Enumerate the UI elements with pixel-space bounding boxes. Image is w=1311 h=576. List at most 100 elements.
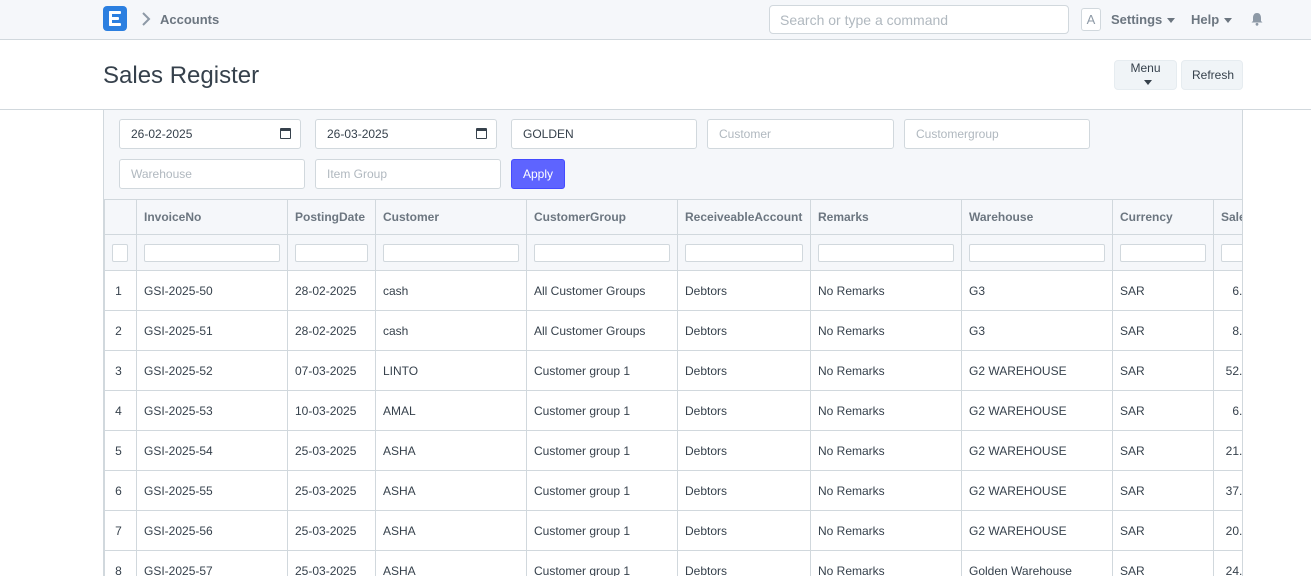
row-number[interactable]: 3 (104, 350, 137, 391)
column-header[interactable]: Sale (1213, 199, 1242, 235)
warehouse-cell[interactable]: G3 (961, 310, 1113, 351)
remarks-cell[interactable]: No Remarks (810, 430, 962, 471)
warehouse-filter-field[interactable]: GOLDEN (511, 119, 697, 149)
column-filter-input[interactable] (685, 243, 803, 262)
account-cell[interactable]: Debtors (677, 350, 811, 391)
warehouse-cell[interactable]: G2 WAREHOUSE (961, 350, 1113, 391)
calendar-icon[interactable] (280, 128, 291, 139)
customer-cell[interactable]: ASHA (375, 470, 527, 511)
customer-group-cell[interactable]: Customer group 1 (526, 350, 678, 391)
currency-cell[interactable]: SAR (1112, 430, 1214, 471)
row-number[interactable]: 6 (104, 470, 137, 511)
column-header[interactable]: Customer (375, 199, 527, 235)
warehouse-cell[interactable]: G2 WAREHOUSE (961, 390, 1113, 431)
customer-group-cell[interactable]: Customer group 1 (526, 550, 678, 576)
refresh-button[interactable]: Refresh (1181, 60, 1243, 90)
column-filter-input[interactable] (383, 243, 519, 262)
currency-cell[interactable]: SAR (1112, 390, 1214, 431)
sale-cell[interactable]: 37.0 (1213, 470, 1242, 511)
warehouse-cell[interactable]: Golden Warehouse (961, 550, 1113, 576)
column-filter-input[interactable] (144, 243, 280, 262)
column-header[interactable]: ReceiveableAccount (677, 199, 811, 235)
customer-group-cell[interactable]: Customer group 1 (526, 390, 678, 431)
column-filter-input[interactable] (1120, 243, 1206, 262)
sale-cell[interactable]: 20.8 (1213, 510, 1242, 551)
customer-group-cell[interactable]: All Customer Groups (526, 310, 678, 351)
row-number[interactable]: 8 (104, 550, 137, 576)
search-input[interactable] (769, 5, 1069, 34)
currency-cell[interactable]: SAR (1112, 270, 1214, 311)
row-number[interactable]: 1 (104, 270, 137, 311)
currency-cell[interactable]: SAR (1112, 470, 1214, 511)
invoice-cell[interactable]: GSI-2025-53 (136, 390, 288, 431)
warehouse-cell[interactable]: G2 WAREHOUSE (961, 430, 1113, 471)
breadcrumb[interactable]: Accounts (160, 12, 219, 27)
warehouse-cell[interactable]: G2 WAREHOUSE (961, 470, 1113, 511)
column-filter-input[interactable] (969, 243, 1105, 262)
posting-date-cell[interactable]: 25-03-2025 (287, 470, 376, 511)
row-number[interactable]: 7 (104, 510, 137, 551)
customer-field[interactable]: Customer (707, 119, 894, 149)
warehouse-cell[interactable]: G3 (961, 270, 1113, 311)
posting-date-cell[interactable]: 25-03-2025 (287, 430, 376, 471)
posting-date-cell[interactable]: 28-02-2025 (287, 310, 376, 351)
remarks-cell[interactable]: No Remarks (810, 550, 962, 576)
help-dropdown[interactable]: Help (1191, 12, 1233, 27)
posting-date-cell[interactable]: 10-03-2025 (287, 390, 376, 431)
posting-date-cell[interactable]: 25-03-2025 (287, 510, 376, 551)
column-header[interactable]: Warehouse (961, 199, 1113, 235)
row-number[interactable]: 5 (104, 430, 137, 471)
customergroup-field[interactable]: Customergroup (904, 119, 1090, 149)
table-row[interactable]: 1 GSI-2025-50 28-02-2025 cash All Customer G… (104, 270, 1242, 311)
account-cell[interactable]: Debtors (677, 270, 811, 311)
sale-cell[interactable]: 21.7 (1213, 430, 1242, 471)
customer-cell[interactable]: ASHA (375, 510, 527, 551)
remarks-cell[interactable]: No Remarks (810, 510, 962, 551)
column-header[interactable]: PostingDate (287, 199, 376, 235)
select-all-checkbox[interactable] (112, 243, 128, 262)
account-cell[interactable]: Debtors (677, 470, 811, 511)
table-row[interactable]: 6 GSI-2025-55 25-03-2025 ASHA Customer group… (104, 470, 1242, 511)
table-row[interactable]: 8 GSI-2025-57 25-03-2025 ASHA Customer group… (104, 550, 1242, 576)
account-cell[interactable]: Debtors (677, 430, 811, 471)
posting-date-cell[interactable]: 28-02-2025 (287, 270, 376, 311)
column-header[interactable]: Currency (1112, 199, 1214, 235)
account-cell[interactable]: Debtors (677, 550, 811, 576)
currency-cell[interactable]: SAR (1112, 310, 1214, 351)
table-row[interactable]: 2 GSI-2025-51 28-02-2025 cash All Customer G… (104, 310, 1242, 351)
apply-button[interactable]: Apply (511, 159, 565, 189)
column-filter-input[interactable] (818, 243, 954, 262)
customer-group-cell[interactable]: All Customer Groups (526, 270, 678, 311)
bell-icon[interactable] (1250, 12, 1264, 26)
column-header[interactable]: CustomerGroup (526, 199, 678, 235)
remarks-cell[interactable]: No Remarks (810, 350, 962, 391)
invoice-cell[interactable]: GSI-2025-54 (136, 430, 288, 471)
account-cell[interactable]: Debtors (677, 390, 811, 431)
menu-button[interactable]: Menu (1114, 60, 1177, 90)
row-number[interactable]: 2 (104, 310, 137, 351)
posting-date-cell[interactable]: 07-03-2025 (287, 350, 376, 391)
invoice-cell[interactable]: GSI-2025-50 (136, 270, 288, 311)
calendar-icon[interactable] (476, 128, 487, 139)
sale-cell[interactable]: 24.0 (1213, 550, 1242, 576)
customer-cell[interactable]: LINTO (375, 350, 527, 391)
settings-dropdown[interactable]: Settings (1111, 12, 1176, 27)
column-header[interactable]: Remarks (810, 199, 962, 235)
sale-cell[interactable]: 52.1 (1213, 350, 1242, 391)
to-date-field[interactable]: 26-03-2025 (315, 119, 497, 149)
column-header[interactable]: InvoiceNo (136, 199, 288, 235)
remarks-cell[interactable]: No Remarks (810, 310, 962, 351)
customer-cell[interactable]: ASHA (375, 550, 527, 576)
remarks-cell[interactable]: No Remarks (810, 270, 962, 311)
avatar[interactable]: A (1081, 8, 1101, 31)
currency-cell[interactable]: SAR (1112, 350, 1214, 391)
currency-cell[interactable]: SAR (1112, 510, 1214, 551)
app-logo-icon[interactable] (103, 6, 127, 31)
invoice-cell[interactable]: GSI-2025-56 (136, 510, 288, 551)
account-cell[interactable]: Debtors (677, 510, 811, 551)
column-filter-input[interactable] (534, 243, 670, 262)
invoice-cell[interactable]: GSI-2025-57 (136, 550, 288, 576)
invoice-cell[interactable]: GSI-2025-52 (136, 350, 288, 391)
table-row[interactable]: 7 GSI-2025-56 25-03-2025 ASHA Customer group… (104, 510, 1242, 551)
item-group-field[interactable]: Item Group (315, 159, 501, 189)
